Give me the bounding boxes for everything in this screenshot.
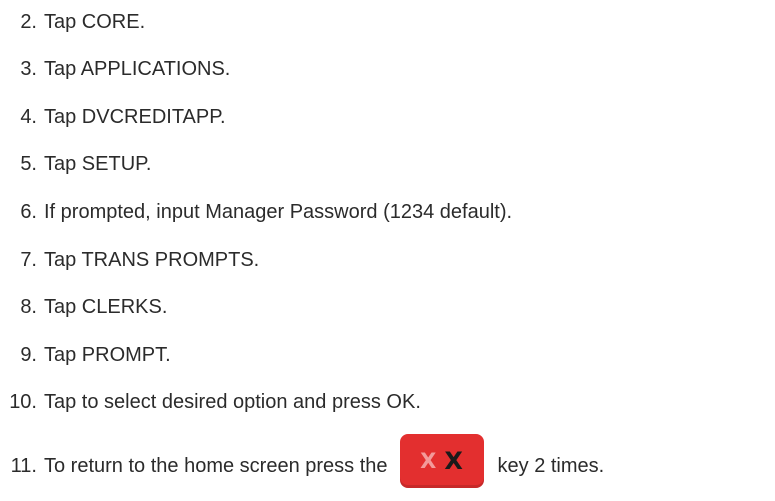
step-text: Tap CORE.	[44, 11, 146, 33]
step-text: Tap PROMPT.	[44, 344, 171, 366]
step-number: 7.	[20, 249, 37, 271]
step-text: Tap to select desired option and press O…	[44, 391, 421, 413]
step-7: 7. Tap TRANS PROMPTS.	[0, 240, 259, 280]
step-text: Tap DVCREDITAPP.	[44, 106, 226, 128]
step-2: 2. Tap CORE.	[0, 2, 145, 42]
step-text: To return to the home screen press the	[44, 455, 388, 477]
step-number: 8.	[20, 296, 37, 318]
step-number: 9.	[20, 344, 37, 366]
step-4: 4. Tap DVCREDITAPP.	[0, 97, 226, 137]
step-text: Tap APPLICATIONS.	[44, 58, 231, 80]
step-number: 6.	[20, 201, 37, 223]
step-text: If prompted, input Manager Password (123…	[44, 201, 513, 223]
key-label-left: X	[420, 448, 437, 473]
step-text-after: key 2 times.	[497, 455, 605, 477]
step-3: 3. Tap APPLICATIONS.	[0, 49, 230, 89]
step-number: 10.	[9, 391, 37, 413]
step-8: 8. Tap CLERKS.	[0, 287, 167, 327]
step-text: Tap CLERKS.	[44, 296, 168, 318]
step-number: 3.	[20, 58, 37, 80]
step-number: 2.	[20, 11, 37, 33]
step-10: 10. Tap to select desired option and pre…	[0, 382, 421, 422]
key-label-right: X	[444, 447, 463, 475]
step-text: Tap SETUP.	[44, 153, 152, 175]
step-6: 6. If prompted, input Manager Password (…	[0, 192, 512, 232]
step-5: 5. Tap SETUP.	[0, 144, 151, 184]
step-number: 5.	[20, 153, 37, 175]
step-11: 11. To return to the home screen press t…	[0, 434, 605, 491]
step-number: 11.	[10, 455, 37, 477]
step-text: Tap TRANS PROMPTS.	[44, 249, 260, 271]
step-number: 4.	[20, 106, 37, 128]
cancel-key-icon: X X	[399, 434, 484, 488]
step-9: 9. Tap PROMPT.	[0, 335, 171, 375]
